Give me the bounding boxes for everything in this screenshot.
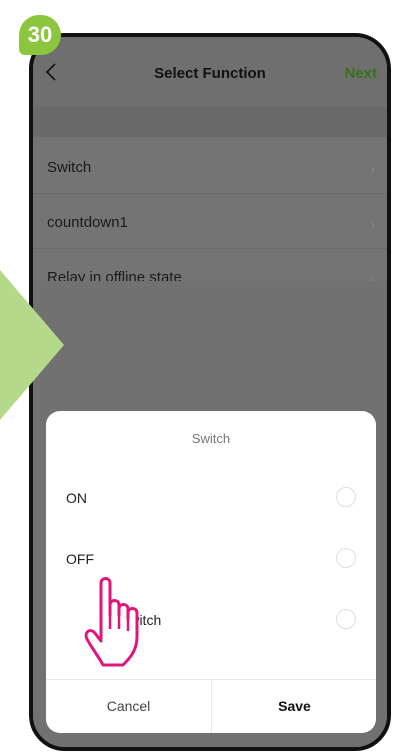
pointer-arrow-decoration	[0, 270, 64, 420]
option-off[interactable]: OFF	[46, 540, 376, 580]
sheet-title: Switch	[191, 431, 231, 446]
list-item-countdown[interactable]: countdown1 ›	[33, 194, 387, 249]
option-label: OFF	[66, 551, 94, 567]
radio-button[interactable]	[336, 609, 356, 629]
radio-button[interactable]	[336, 548, 356, 568]
chevron-right-icon: ›	[370, 216, 375, 232]
step-number: 30	[27, 22, 53, 47]
cancel-button[interactable]: Cancel	[46, 679, 211, 733]
option-on[interactable]: ON	[46, 479, 376, 519]
top-bar: Select Function Next	[33, 37, 387, 107]
list-item-switch[interactable]: Switch ›	[33, 139, 387, 194]
list-item-label: countdown1	[47, 214, 128, 231]
step-badge: 30	[19, 15, 61, 55]
switch-options-sheet: Switch ON OFF Switch Cancel Save	[46, 411, 376, 733]
list-item-label: Switch	[47, 159, 92, 176]
radio-button[interactable]	[336, 487, 356, 507]
function-list: Switch › countdown1 › Relay in offline s…	[33, 109, 387, 304]
page-title: Select Function	[154, 65, 266, 82]
next-button[interactable]: Next	[344, 65, 377, 82]
option-label: ON	[66, 490, 87, 506]
chevron-right-icon: ›	[370, 161, 375, 177]
hand-pointer-icon	[84, 577, 139, 667]
save-button[interactable]: Save	[212, 679, 376, 733]
